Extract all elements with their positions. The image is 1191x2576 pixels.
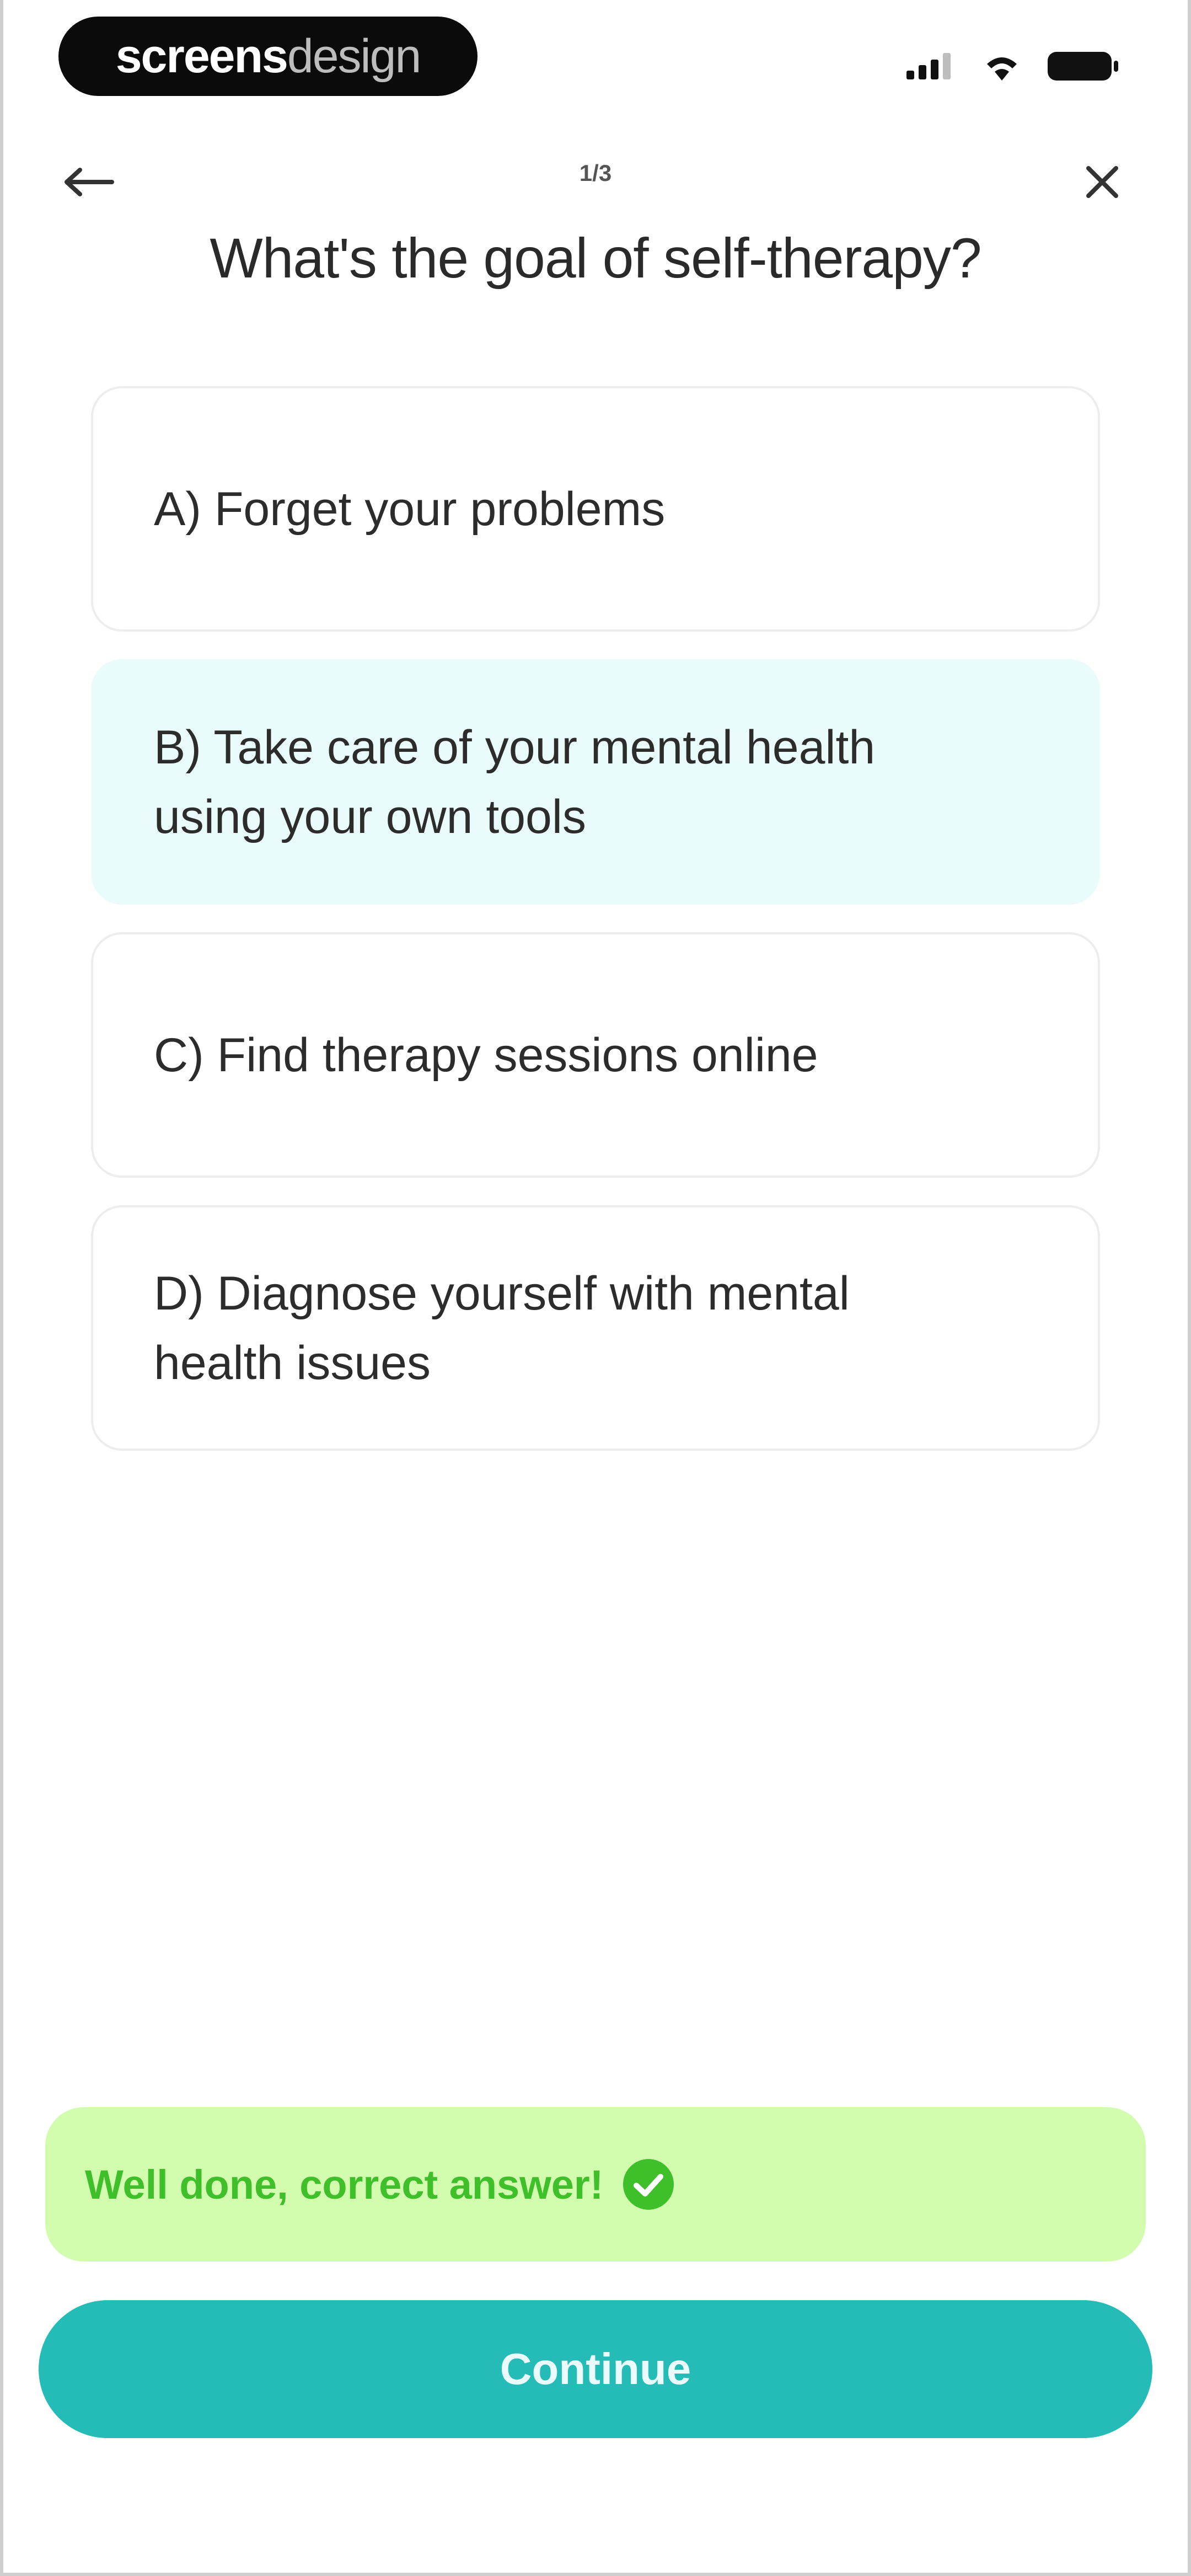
option-c[interactable]: C) Find therapy sessions online — [91, 932, 1100, 1178]
progress-indicator: 1/3 — [579, 160, 612, 186]
check-circle-icon — [623, 2159, 674, 2210]
status-bar: screens design — [0, 0, 1191, 110]
question-title: What's the goal of self-therapy? — [210, 227, 981, 290]
answer-options: A) Forget your problems B) Take care of … — [91, 386, 1100, 1478]
quiz-header: 1/3 — [0, 138, 1191, 226]
option-c-label: C) Find therapy sessions online — [154, 1028, 818, 1082]
option-b-label: B) Take care of your mental health using… — [154, 720, 876, 843]
option-b[interactable]: B) Take care of your mental health using… — [91, 659, 1100, 905]
battery-icon — [1048, 52, 1118, 81]
close-button[interactable] — [1066, 149, 1138, 215]
continue-button[interactable]: Continue — [39, 2300, 1152, 2438]
brand-light-text: design — [287, 29, 421, 83]
feedback-text: Well done, correct answer! — [85, 2161, 604, 2208]
wifi-icon — [987, 57, 1017, 81]
option-a-label: A) Forget your problems — [154, 482, 666, 536]
brand-bold-text: screens — [115, 29, 288, 83]
option-d[interactable]: D) Diagnose yourself with mental health … — [91, 1205, 1100, 1451]
close-icon — [1086, 166, 1118, 198]
brand-logo: screens design — [58, 17, 478, 96]
status-icons — [906, 51, 1119, 82]
option-a[interactable]: A) Forget your problems — [91, 386, 1100, 632]
option-d-label: D) Diagnose yourself with mental health … — [154, 1266, 850, 1389]
signal-icon — [906, 53, 951, 79]
feedback-banner: Well done, correct answer! — [45, 2107, 1146, 2262]
